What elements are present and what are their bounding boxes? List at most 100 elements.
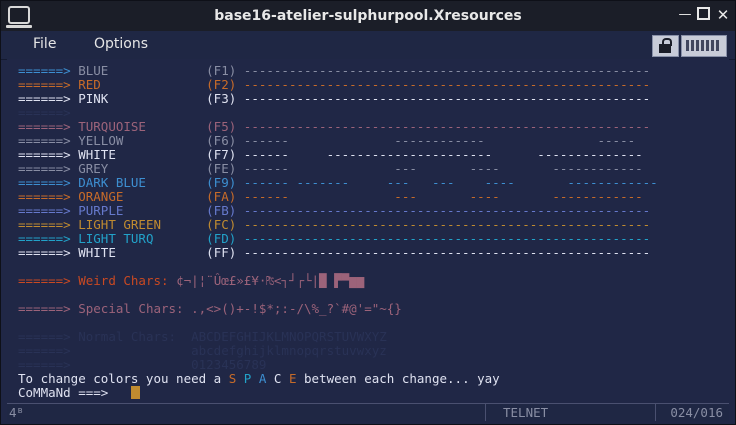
- terminal-line: ======> Special Chars: .,<>()+-!$*;:-/\%…: [18, 302, 658, 316]
- terminal-text: .,<>()+-!$*;:-/\%_?`#@'="~{}: [191, 301, 402, 316]
- terminal-text: ======>: [18, 301, 79, 316]
- close-icon[interactable]: ✕: [715, 7, 731, 23]
- terminal-text: LIGHT GREEN: [78, 217, 162, 232]
- terminal-text: YELLOW: [78, 133, 124, 148]
- keyboard-button[interactable]: [681, 35, 727, 57]
- terminal-text: abcdefghijklmnopqrstuvwxyz: [191, 343, 387, 358]
- terminal-text: (FA): [123, 189, 244, 204]
- maximize-icon[interactable]: [695, 7, 711, 23]
- terminal-text: ======>: [18, 189, 79, 204]
- terminal-text: (FB): [123, 203, 244, 218]
- menu-bar: File Options: [1, 31, 735, 60]
- terminal-line: ======> LIGHT GREEN (FC) ---------------…: [18, 218, 658, 232]
- terminal-text: ----------------------------------------…: [243, 245, 651, 260]
- terminal-text: ======>: [18, 105, 79, 120]
- terminal-line: ======> LIGHT TURQ (FD) ----------------…: [18, 232, 658, 246]
- terminal-text: ======>: [18, 133, 79, 148]
- terminal-text: ----------------------------------------…: [243, 63, 651, 78]
- terminal-text: BLUE: [78, 63, 109, 78]
- terminal-text: ------ ------- --- --- ---- ------------: [243, 175, 658, 190]
- terminal-text: ------ --- ---- ------------: [243, 161, 643, 176]
- terminal-text: RED: [78, 77, 101, 92]
- terminal-line: ======> TURQUOISE (F5) -----------------…: [18, 120, 658, 134]
- terminal-text: DARK BLUE: [78, 175, 146, 190]
- menu-file[interactable]: File: [33, 36, 56, 52]
- terminal-line: ======> GREY (FE) ------ --- ---- ------…: [18, 162, 658, 176]
- terminal-text: (F7): [115, 147, 244, 162]
- terminal-text: ======>: [18, 161, 79, 176]
- terminal-text: ======>: [18, 119, 79, 134]
- terminal-text: PINK: [78, 91, 109, 106]
- terminal-text: (F3): [108, 91, 244, 106]
- terminal-line: ======> WHITE (FF) ---------------------…: [18, 246, 658, 260]
- terminal-text: WHITE: [78, 245, 116, 260]
- terminal-text: ----------------------------------------…: [243, 217, 651, 232]
- terminal-line: ======> BLUE (F1) ----------------------…: [18, 64, 658, 78]
- protocol-label: TELNET: [503, 405, 549, 420]
- terminal-text: PURPLE: [78, 203, 124, 218]
- terminal-text: ======>: [18, 175, 79, 190]
- terminal-text: GREY: [78, 161, 109, 176]
- terminal-line: ======> abcdefghijklmnopqrstuvwxyz: [18, 344, 658, 358]
- terminal-line: ======> Weird Chars: ¢¬|¦¨Ûœ£»£¥·₧<┐┘┌└|…: [18, 274, 658, 288]
- terminal-line: CoMMaNd ===>: [18, 386, 658, 399]
- terminal-text: ======>: [18, 203, 79, 218]
- terminal-text: ======>: [18, 231, 79, 246]
- terminal-line: ======> YELLOW (F6) ------ ------------ …: [18, 134, 658, 148]
- terminal-text: ------ ---------------------- ----------…: [243, 147, 643, 162]
- terminal-line: ======> ORANGE (FA) ------ --- ---- ----…: [18, 190, 658, 204]
- terminal-text: ======>: [18, 329, 79, 344]
- terminal-text: ORANGE: [78, 189, 124, 204]
- terminal-text: ======>: [18, 147, 79, 162]
- terminal-line: To change colors you need a S P A C E be…: [18, 372, 658, 386]
- terminal-text: Weird Chars:: [78, 273, 177, 288]
- terminal-text: ABCDEFGHIJKLMNOPQRSTUVWXYZ: [191, 329, 387, 344]
- menu-options[interactable]: Options: [94, 36, 148, 52]
- terminal-line: ======> RED (F2) -----------------------…: [18, 78, 658, 92]
- lock-button[interactable]: [652, 35, 679, 57]
- terminal-text: ¢¬|¦¨Ûœ£»£¥·₧<┐┘┌└|█ ▛▀▆▆: [176, 273, 365, 288]
- session-indicator: 4ᴮ: [9, 405, 25, 420]
- terminal-text: ======>: [18, 343, 79, 358]
- terminal-screen[interactable]: ======> BLUE (F1) ----------------------…: [7, 59, 729, 399]
- terminal-text: E: [288, 371, 297, 386]
- terminal-text: (FF): [115, 245, 244, 260]
- status-bar: 4ᴮ TELNET 024/016: [7, 403, 729, 421]
- terminal-text: (F6): [123, 133, 244, 148]
- terminal-text: ======>: [18, 357, 79, 372]
- terminal-text: ======>: [18, 245, 79, 260]
- terminal-text: To change colors you need a: [18, 371, 229, 386]
- terminal-line: ======> Normal Chars: ABCDEFGHIJKLMNOPQR…: [18, 330, 658, 344]
- minimize-icon[interactable]: —: [677, 7, 693, 23]
- title-bar[interactable]: base16-atelier-sulphurpool.Xresources — …: [1, 1, 735, 31]
- terminal-text: (FC): [161, 217, 244, 232]
- terminal-text: ======>: [18, 273, 79, 288]
- terminal-window: base16-atelier-sulphurpool.Xresources — …: [0, 0, 736, 425]
- terminal-line: ======> DARK BLUE (F9) ------ ------- --…: [18, 176, 658, 190]
- terminal-text: ----------------------------------------…: [243, 91, 651, 106]
- terminal-text: CoMMaNd ===>: [18, 385, 116, 400]
- terminal-text: (FD): [153, 231, 244, 246]
- terminal-line: ======> PINK (F3) ----------------------…: [18, 92, 658, 106]
- terminal-text: ----------------------------------------…: [243, 119, 651, 134]
- terminal-text: (F2): [100, 77, 244, 92]
- terminal-line: ======> PURPLE (FB) --------------------…: [18, 204, 658, 218]
- terminal-line: ======>: [18, 106, 658, 120]
- terminal-text: between each change... yay: [296, 371, 500, 386]
- terminal-text: ----------------------------------------…: [243, 231, 651, 246]
- terminal-text: (FE): [108, 161, 244, 176]
- terminal-text: 0123456789: [191, 357, 267, 372]
- terminal-text: ======>: [18, 77, 79, 92]
- terminal-text: ======>: [18, 91, 79, 106]
- terminal-text: (F5): [145, 119, 244, 134]
- terminal-text: TURQUOISE: [78, 119, 146, 134]
- terminal-text: ======>: [18, 63, 79, 78]
- text-cursor: [130, 386, 140, 399]
- terminal-line: ======> WHITE (F7) ------ --------------…: [18, 148, 658, 162]
